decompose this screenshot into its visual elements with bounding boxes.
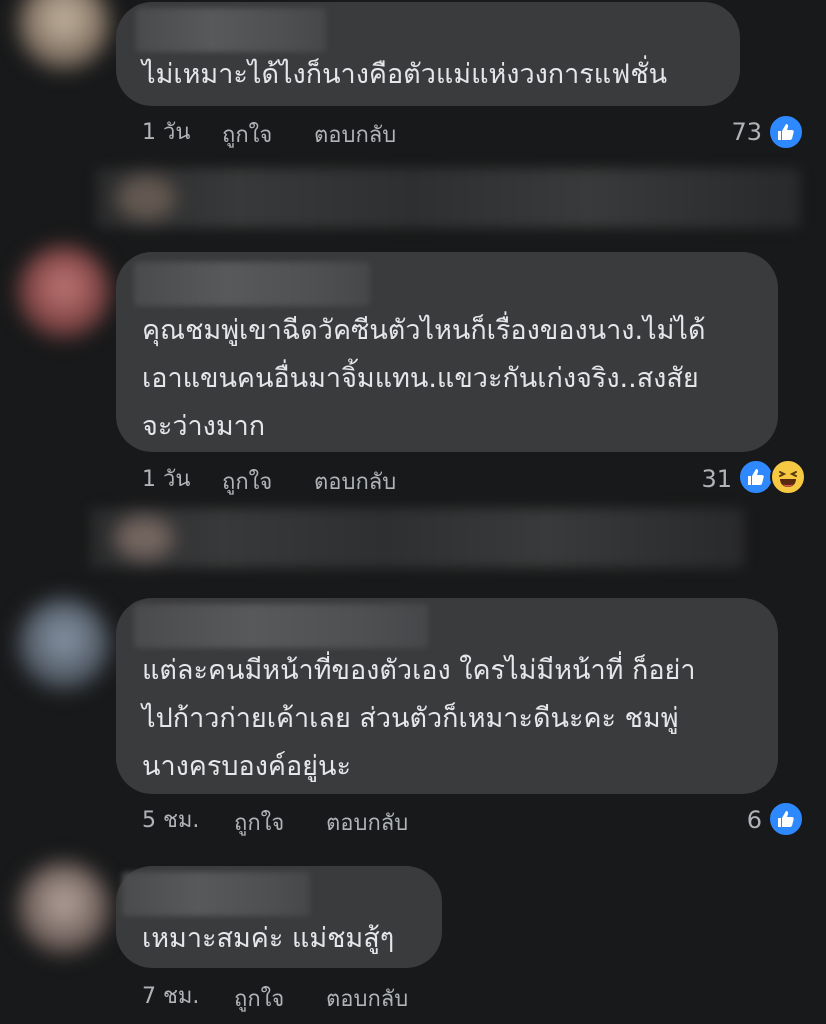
comment-time[interactable]: 7 ชม.	[142, 982, 199, 1012]
blurred-comment	[90, 508, 744, 568]
like-button[interactable]: ถูกใจ	[222, 121, 272, 151]
avatar[interactable]	[18, 598, 110, 690]
blurred-comment	[96, 168, 800, 228]
comment-time[interactable]: 1 วัน	[142, 118, 190, 148]
like-icon[interactable]	[768, 114, 804, 150]
comment-text-line: จะว่างมาก	[142, 411, 266, 442]
reaction-count[interactable]: 31	[686, 464, 732, 494]
reply-button[interactable]: ตอบกลับ	[326, 985, 408, 1015]
comment-time[interactable]: 1 วัน	[142, 465, 190, 495]
comment-text-line: เอาแขนคนอื่นมาจิ้มแทน.แขวะกันเก่งจริง..ส…	[142, 363, 699, 394]
reply-button[interactable]: ตอบกลับ	[314, 468, 396, 498]
like-icon[interactable]	[738, 459, 774, 495]
comment-text-line: นางครบองค์อยู่นะ	[142, 751, 351, 782]
haha-icon[interactable]	[770, 459, 806, 495]
comment-text-line: คุณชมพู่เขาฉีดวัคซีนตัวไหนก็เรื่องของนาง…	[142, 315, 706, 346]
like-icon[interactable]	[768, 801, 804, 837]
comment-text: เหมาะสมค่ะ แม่ชมสู้ๆ	[142, 923, 395, 954]
comment-text-line: แต่ละคนมีหน้าที่ของตัวเอง ใครไม่มีหน้าที…	[142, 655, 696, 686]
avatar[interactable]	[18, 246, 110, 338]
like-button[interactable]: ถูกใจ	[234, 809, 284, 839]
like-button[interactable]: ถูกใจ	[234, 985, 284, 1015]
commenter-name[interactable]	[134, 262, 370, 306]
comment-text-line: ไปก้าวก่ายเค้าเลย ส่วนตัวก็เหมาะดีนะคะ ช…	[142, 703, 679, 734]
reaction-count[interactable]: 6	[724, 805, 762, 835]
commenter-name[interactable]	[136, 8, 326, 52]
reaction-count[interactable]: 73	[716, 117, 762, 147]
commenter-name[interactable]	[134, 604, 428, 648]
comments-page: ไม่เหมาะได้ไงก็นางคือตัวแม่แห่งวงการแฟชั…	[0, 0, 826, 1024]
commenter-name[interactable]	[122, 872, 310, 916]
comment-time[interactable]: 5 ชม.	[142, 806, 199, 836]
avatar[interactable]	[18, 862, 110, 954]
avatar[interactable]	[18, 0, 110, 70]
comment-text: ไม่เหมาะได้ไงก็นางคือตัวแม่แห่งวงการแฟชั…	[142, 59, 668, 90]
reply-button[interactable]: ตอบกลับ	[326, 809, 408, 839]
reply-button[interactable]: ตอบกลับ	[314, 121, 396, 151]
like-button[interactable]: ถูกใจ	[222, 468, 272, 498]
